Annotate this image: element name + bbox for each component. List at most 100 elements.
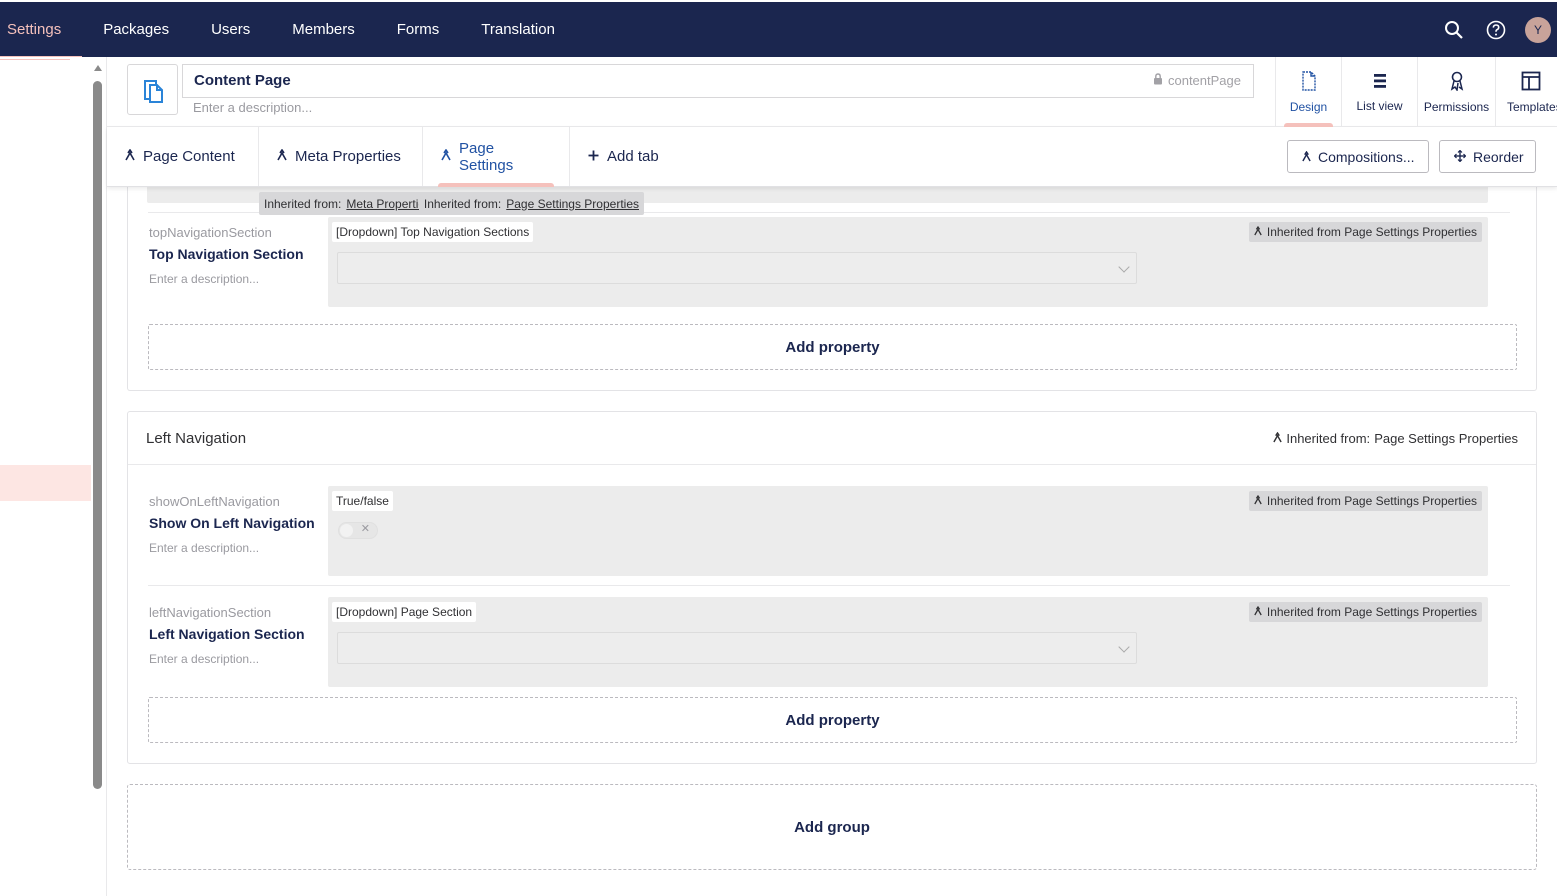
description-input[interactable]: Enter a description...: [193, 100, 312, 115]
property-description[interactable]: Enter a description...: [149, 272, 324, 286]
tooltip-prefix: Inherited from:: [423, 196, 502, 211]
lock-icon[interactable]: [1153, 65, 1163, 97]
editor-type-chip: [Dropdown] Page Section: [332, 602, 477, 622]
inherited-chip: Inherited from Page Settings Properties: [1248, 222, 1482, 242]
chevron-down-icon: [1118, 261, 1130, 273]
toggle-knob: [340, 524, 353, 537]
inherited-chip: Inherited from Page Settings Properties: [1248, 602, 1482, 622]
scroll-thumb[interactable]: [93, 81, 102, 789]
add-property-button[interactable]: Add property: [148, 697, 1517, 743]
add-group-button[interactable]: Add group: [127, 784, 1537, 870]
tab-page-content[interactable]: Page Content: [107, 127, 259, 186]
group-inherited-info: Inherited from: Page Settings Properties: [1273, 431, 1518, 446]
property-label: Top Navigation Section: [149, 246, 304, 262]
layout-icon: [1521, 71, 1541, 94]
editor-header: Content Page contentPage Enter a descrip…: [107, 57, 1557, 127]
tooltip-link-meta-properties[interactable]: Meta Properties: [346, 197, 419, 211]
inherited-icon: [441, 148, 451, 165]
property-meta: topNavigationSection Top Navigation Sect…: [149, 225, 324, 286]
property-description[interactable]: Enter a description...: [149, 541, 324, 555]
inherited-icon: [1302, 149, 1311, 165]
app-permissions[interactable]: Permissions: [1417, 57, 1495, 127]
app-list-view-label: List view: [1356, 98, 1403, 113]
section-forms[interactable]: Forms: [376, 2, 461, 57]
section-translation[interactable]: Translation: [460, 2, 576, 57]
dropdown-preview: [337, 252, 1137, 284]
app-list-view[interactable]: List view: [1341, 57, 1417, 127]
tab-meta-properties-label: Meta Properties: [295, 148, 401, 165]
plus-icon: [588, 148, 599, 165]
editor-type-chip: [Dropdown] Top Navigation Sections: [332, 222, 534, 242]
header-tools: Y: [1441, 16, 1557, 43]
editor-type-chip: True/false: [332, 491, 393, 511]
section-packages[interactable]: Packages: [82, 2, 190, 57]
app-design[interactable]: Design: [1275, 57, 1341, 127]
name-input[interactable]: Content Page contentPage: [182, 64, 1254, 98]
tooltip-link-page-settings-properties[interactable]: Page Settings Properties: [506, 197, 639, 211]
avatar[interactable]: Y: [1525, 16, 1551, 43]
toggle-preview: ✕: [338, 522, 378, 539]
add-property-button[interactable]: Add property: [148, 324, 1517, 370]
alias-field[interactable]: contentPage: [1153, 65, 1241, 97]
list-icon: [1373, 72, 1387, 93]
tab-page-settings-label: Page Settings: [459, 139, 514, 174]
document-outline-icon: [1301, 70, 1317, 94]
property-editor[interactable]: [Dropdown] Page Section Inherited from P…: [328, 597, 1488, 687]
inherited-icon: [125, 148, 135, 165]
dropdown-preview: [337, 632, 1137, 664]
inherited-icon: [1254, 605, 1262, 619]
compositions-button[interactable]: Compositions...: [1287, 140, 1429, 173]
reorder-label: Reorder: [1473, 148, 1524, 165]
group-left-navigation: Left Navigation Inherited from: Page Set…: [127, 411, 1537, 764]
document-type-icon[interactable]: [127, 64, 178, 115]
tree-selected-row[interactable]: [0, 465, 91, 501]
compositions-label: Compositions...: [1318, 148, 1415, 165]
section-members[interactable]: Members: [271, 2, 376, 57]
app-design-label: Design: [1289, 99, 1328, 114]
property-editor[interactable]: True/false Inherited from Page Settings …: [328, 486, 1488, 576]
search-icon[interactable]: [1441, 17, 1467, 43]
tabs-bar: Page Content Meta Properties Page Settin…: [107, 127, 1557, 187]
property-editor[interactable]: [Dropdown] Top Navigation Sections Inher…: [328, 217, 1488, 307]
app-permissions-label: Permissions: [1423, 99, 1490, 114]
reorder-button[interactable]: Reorder: [1439, 140, 1536, 173]
add-tab-label: Add tab: [607, 148, 659, 165]
group-title[interactable]: Left Navigation: [146, 430, 246, 447]
tree-scrollbar[interactable]: [93, 65, 103, 789]
editor-apps: Design List view Permissions Templates: [1275, 57, 1557, 127]
property-alias: leftNavigationSection: [149, 605, 272, 620]
inherited-icon: [1273, 431, 1283, 446]
property-meta: showOnLeftNavigation Show On Left Naviga…: [149, 494, 324, 555]
move-icon: [1453, 149, 1467, 165]
app-templates-label: Templates: [1507, 99, 1557, 114]
help-icon[interactable]: [1483, 17, 1509, 43]
property-meta: leftNavigationSection Left Navigation Se…: [149, 605, 324, 666]
close-icon: ✕: [360, 523, 370, 535]
app-templates[interactable]: Templates: [1495, 57, 1557, 127]
scroll-up-arrow-icon[interactable]: [94, 65, 102, 71]
tab-page-content-label: Page Content: [143, 148, 235, 165]
inherited-icon: [277, 148, 287, 165]
tab-meta-properties[interactable]: Meta Properties: [259, 127, 423, 186]
chevron-down-icon: [1118, 641, 1130, 653]
group-header: Left Navigation Inherited from: Page Set…: [128, 412, 1536, 465]
property-description[interactable]: Enter a description...: [149, 652, 324, 666]
inherited-tooltip: Inherited from: Meta Properties Inherite…: [259, 192, 644, 215]
inherited-chip-label: Inherited from Page Settings Properties: [1266, 225, 1477, 239]
group-inherited-source: Page Settings Properties: [1374, 430, 1518, 446]
property-label: Show On Left Navigation: [149, 515, 315, 531]
section-users[interactable]: Users: [190, 2, 271, 57]
section-settings[interactable]: Settings: [0, 2, 83, 59]
inherited-chip-label: Inherited from Page Settings Properties: [1266, 605, 1477, 619]
tab-page-settings[interactable]: Page Settings: [423, 127, 570, 187]
group-inherited-prefix: Inherited from:: [1286, 430, 1371, 446]
document-type-name: Content Page: [194, 72, 291, 89]
alias-value: contentPage: [1167, 73, 1241, 88]
property-alias: topNavigationSection: [149, 225, 272, 240]
tree-selection-hint: [0, 59, 70, 60]
inherited-icon: [1254, 494, 1262, 508]
tree-panel: [0, 57, 107, 896]
inherited-chip-label: Inherited from Page Settings Properties: [1266, 494, 1477, 508]
add-tab-button[interactable]: Add tab: [570, 127, 677, 186]
inherited-chip: Inherited from Page Settings Properties: [1248, 491, 1482, 511]
